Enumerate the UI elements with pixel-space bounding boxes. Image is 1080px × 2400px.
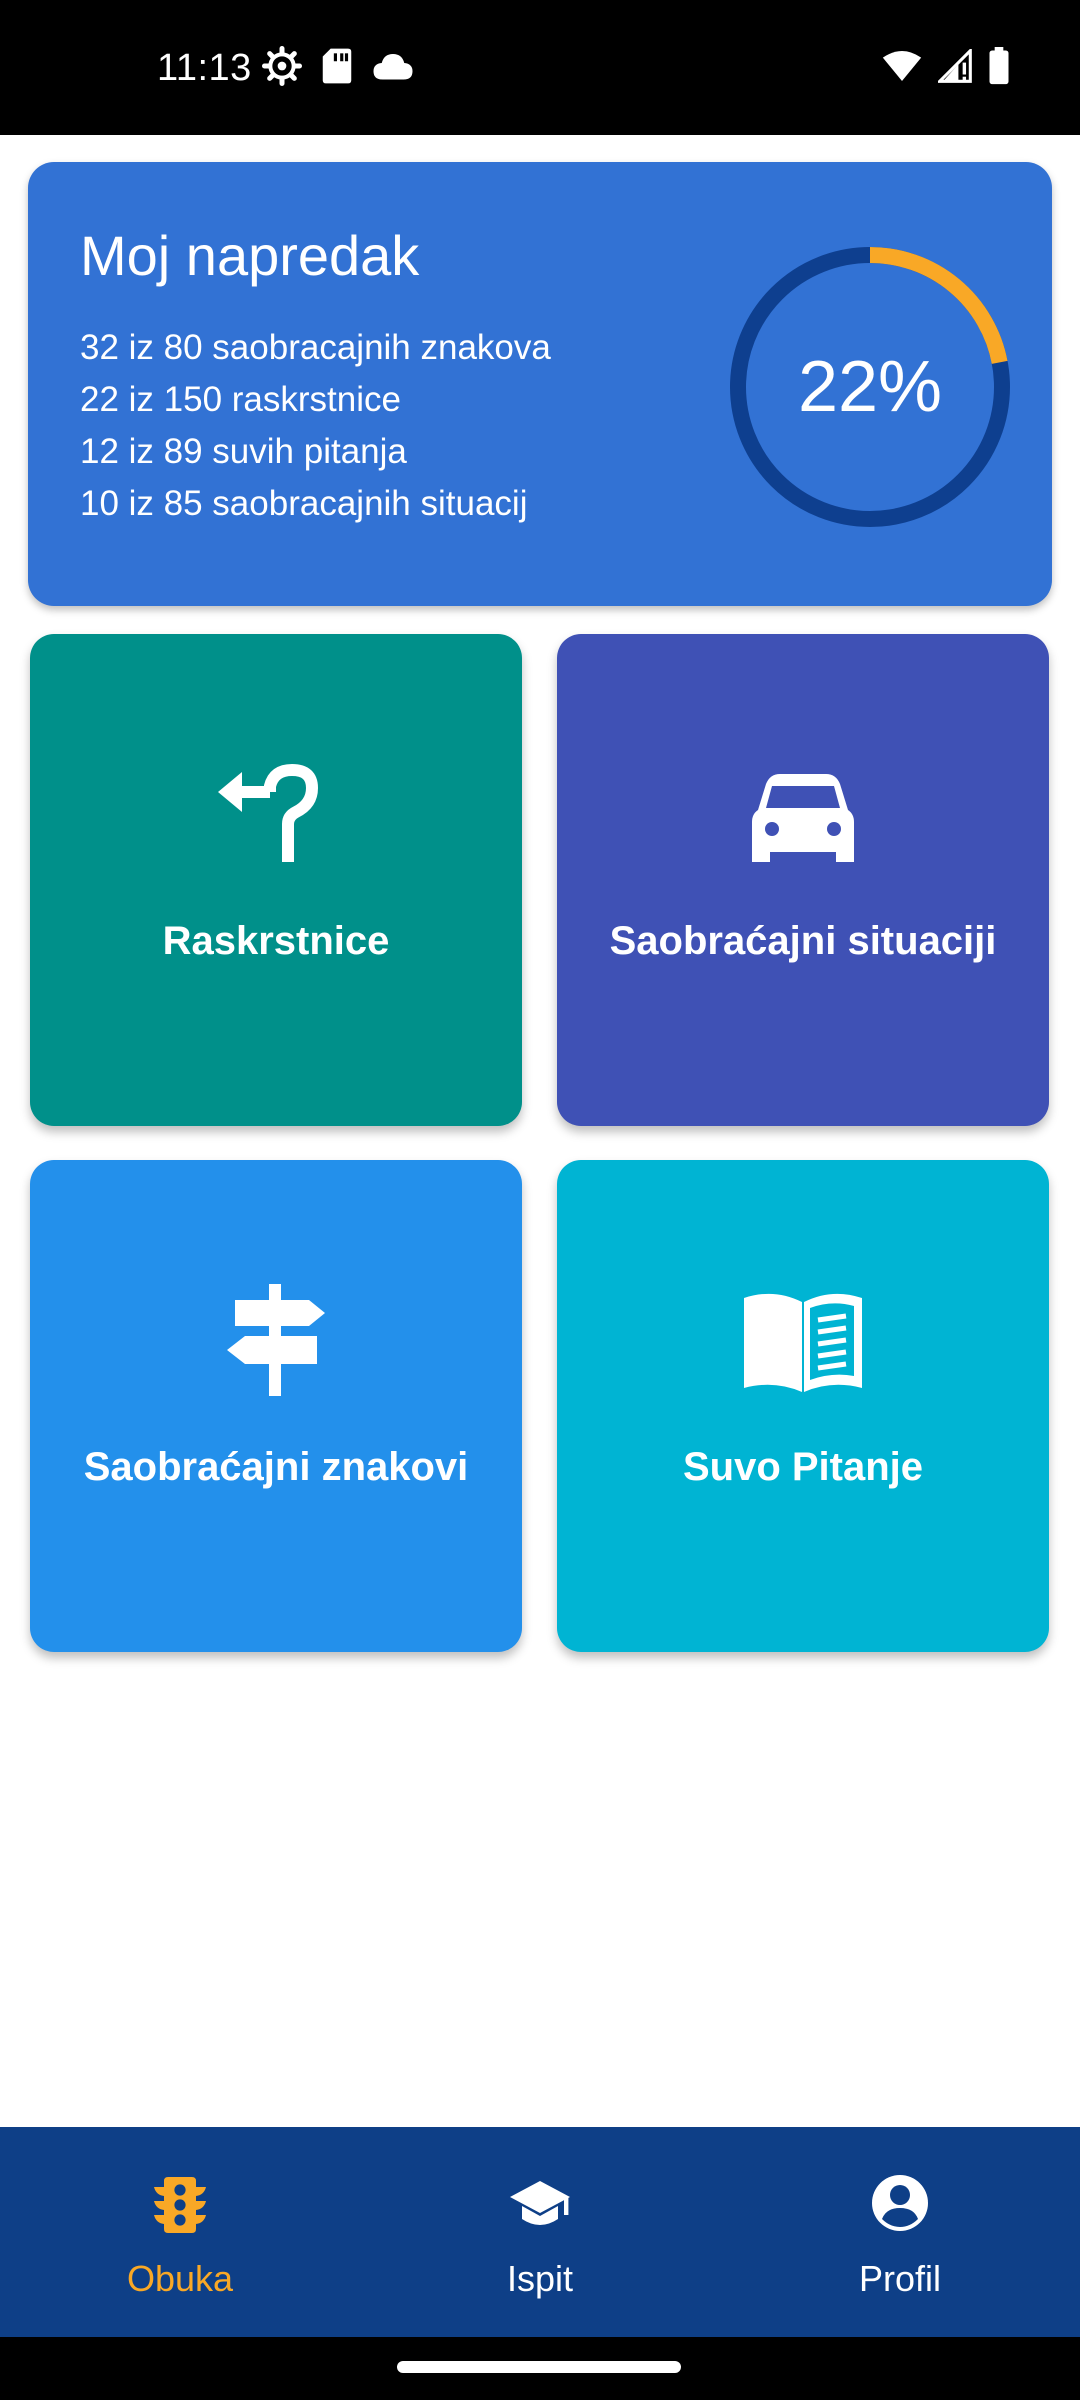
traffic-light-icon <box>150 2173 210 2237</box>
gesture-bar <box>0 2337 1080 2400</box>
progress-percent: 22% <box>797 347 943 427</box>
tile-label: Saobraćajni znakovi <box>83 1445 469 1489</box>
nav-label: Profil <box>858 2258 942 2299</box>
tile-label: Raskrstnice <box>162 919 390 963</box>
car-icon <box>748 754 858 874</box>
graduation-cap-icon <box>508 2173 572 2237</box>
tile-saobracajni-situaciji[interactable]: Saobraćajni situaciji <box>557 634 1049 1126</box>
tile-label: Saobraćajni situaciji <box>609 919 997 963</box>
progress-stat-situations: 10 iz 85 saobracajnih situacij <box>80 484 528 523</box>
account-circle-icon <box>870 2173 930 2237</box>
progress-stat-questions: 12 iz 89 suvih pitanja <box>80 432 407 471</box>
tile-label: Suvo Pitanje <box>682 1445 924 1489</box>
progress-card: Moj napredak 32 iz 80 saobracajnih znako… <box>28 162 1052 606</box>
signal-icon <box>936 46 972 88</box>
tile-raskrstnice[interactable]: Raskrstnice <box>30 634 522 1126</box>
status-icons-right <box>882 46 1010 90</box>
progress-stat-intersections: 22 iz 150 raskrstnice <box>80 380 401 419</box>
progress-title: Moj napredak <box>80 224 420 287</box>
progress-stats: 32 iz 80 saobracajnih znakova 22 iz 150 … <box>80 322 551 530</box>
nav-item-profil[interactable]: Profil <box>720 2127 1080 2337</box>
open-book-icon <box>740 1280 866 1400</box>
bottom-nav: Obuka Ispit Profil <box>0 2127 1080 2337</box>
wifi-icon <box>882 49 922 88</box>
progress-ring: 22% <box>725 242 1015 532</box>
settings-gear-icon <box>262 45 302 91</box>
u-turn-arrow-icon <box>216 754 336 874</box>
tile-saobracajni-znakovi[interactable]: Saobraćajni znakovi <box>30 1160 522 1652</box>
nav-label: Ispit <box>506 2258 574 2299</box>
home-gesture-handle[interactable] <box>397 2361 681 2373</box>
tile-suvo-pitanje[interactable]: Suvo Pitanje <box>557 1160 1049 1652</box>
sd-card-icon <box>320 47 354 90</box>
nav-label: Obuka <box>126 2258 234 2299</box>
status-icons-left <box>262 45 414 91</box>
cloud-icon <box>372 51 414 86</box>
progress-stat-signs: 32 iz 80 saobracajnih znakova <box>80 328 551 367</box>
signpost-icon <box>221 1280 331 1400</box>
status-bar: 11:13 <box>0 0 1080 135</box>
nav-item-ispit[interactable]: Ispit <box>360 2127 720 2337</box>
nav-item-obuka[interactable]: Obuka <box>0 2127 360 2337</box>
battery-icon <box>988 46 1010 90</box>
status-time: 11:13 <box>157 47 252 89</box>
